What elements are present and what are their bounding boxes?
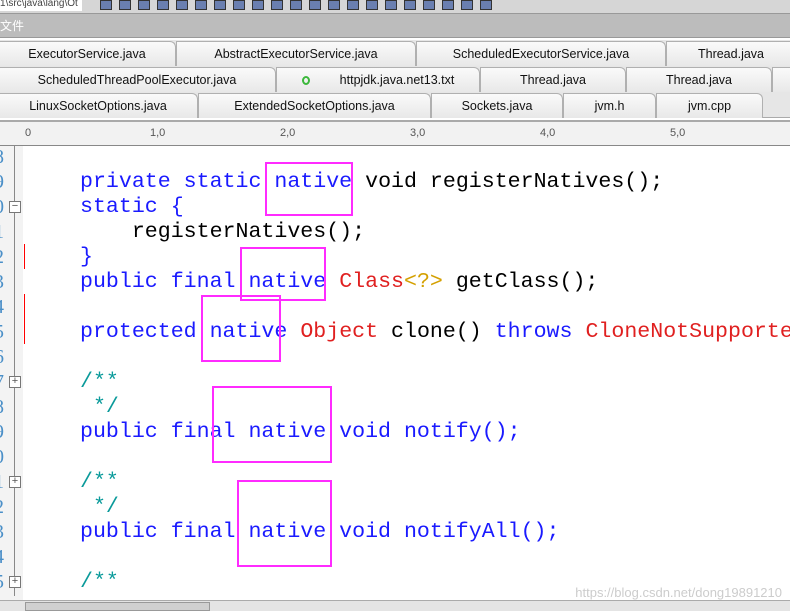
menubar: 文件: [0, 14, 790, 38]
comment-line: /**: [80, 370, 119, 394]
comment-line: /**: [80, 470, 119, 494]
toolbar-button-icon[interactable]: [423, 0, 435, 10]
tab-scheduledexecutorservice[interactable]: ScheduledExecutorService.java: [416, 41, 666, 66]
line-number: 3: [0, 270, 4, 295]
justify-icon[interactable]: [309, 0, 321, 10]
tab-linuxsocketoptions[interactable]: LinuxSocketOptions.java: [0, 93, 198, 118]
tab-sockets[interactable]: Sockets.java: [431, 93, 563, 118]
toolbar-button-icon[interactable]: [195, 0, 207, 10]
toolbar-button-icon[interactable]: [328, 0, 340, 10]
tab-jvm-cpp[interactable]: jvm.cpp: [656, 93, 763, 118]
ruler-label: 4,0: [540, 127, 556, 139]
bold-icon[interactable]: [119, 0, 131, 10]
comment-line: */: [80, 395, 119, 419]
line-number: 0: [0, 195, 4, 220]
ruler-label: 2,0: [280, 127, 296, 139]
code-line: private static native void registerNativ…: [80, 170, 664, 194]
ruler-label: 3,0: [410, 127, 426, 139]
fold-expand-icon[interactable]: +: [9, 376, 21, 388]
toolbar-icons: [100, 0, 492, 10]
code-line: protected native Object clone() throws C…: [80, 320, 790, 344]
toolbar-button-icon[interactable]: [347, 0, 359, 10]
change-marker: [24, 294, 25, 344]
tab-label: httpjdk.java.net13.txt: [339, 73, 455, 87]
line-number: 1: [0, 470, 4, 495]
tab-row-2: ScheduledThreadPoolExecutor.java httpjdk…: [0, 66, 790, 92]
ruler-label: 5,0: [670, 127, 686, 139]
line-number: 5: [0, 320, 4, 345]
toolbar-button-icon[interactable]: [404, 0, 416, 10]
menu-file[interactable]: 文件: [0, 19, 24, 33]
toolbar-button-icon[interactable]: [385, 0, 397, 10]
comment-line: /**: [80, 570, 119, 594]
comment-line: */: [80, 495, 119, 519]
italic-icon[interactable]: [138, 0, 150, 10]
tab-thread[interactable]: Thread.java: [480, 67, 626, 92]
ruler: 0 1,0 2,0 3,0 4,0 5,0: [0, 120, 790, 146]
align-center-icon[interactable]: [271, 0, 283, 10]
path-field[interactable]: 1\src\java\lang\Ot: [0, 0, 82, 11]
line-number: 4: [0, 295, 4, 320]
tab-httpjdk[interactable]: httpjdk.java.net13.txt: [276, 67, 480, 92]
tab-scheduledthreadpoolexecutor[interactable]: ScheduledThreadPoolExecutor.java: [0, 67, 276, 92]
native-highlight-box: [237, 480, 332, 567]
scrollbar-thumb[interactable]: [25, 602, 210, 611]
native-highlight-box: [240, 247, 326, 301]
toolbar-button-icon[interactable]: [442, 0, 454, 10]
fold-line: [14, 146, 15, 596]
code-line: public final native Class<?> getClass();: [80, 270, 599, 294]
tab-partial[interactable]: [772, 67, 790, 92]
fold-expand-icon[interactable]: +: [9, 576, 21, 588]
line-number: 5: [0, 570, 4, 595]
tab-thread[interactable]: Thread.java: [666, 41, 790, 66]
line-number: 6: [0, 345, 4, 370]
toolbar: 1\src\java\lang\Ot: [0, 0, 790, 14]
align-left-icon[interactable]: [252, 0, 264, 10]
line-number: 9: [0, 420, 4, 445]
tab-executorservice[interactable]: ExecutorService.java: [0, 41, 176, 66]
native-highlight-box: [201, 295, 281, 362]
code-line: registerNatives();: [80, 220, 366, 244]
saved-circle-icon: [301, 76, 310, 86]
align-right-icon[interactable]: [290, 0, 302, 10]
line-number: 2: [0, 495, 4, 520]
code-line: static {: [80, 195, 184, 219]
fold-expand-icon[interactable]: +: [9, 476, 21, 488]
line-number: 1: [0, 220, 4, 245]
line-number: 8: [0, 395, 4, 420]
line-number: 0: [0, 445, 4, 470]
toolbar-button-icon[interactable]: [176, 0, 188, 10]
ruler-label: 0: [25, 127, 32, 139]
ruler-label: 1,0: [150, 127, 166, 139]
toolbar-button-icon[interactable]: [100, 0, 112, 10]
toolbar-button-icon[interactable]: [233, 0, 245, 10]
tab-row-3: LinuxSocketOptions.java ExtendedSocketOp…: [0, 92, 790, 118]
line-number: 3: [0, 520, 4, 545]
line-number: 2: [0, 245, 4, 270]
toolbar-button-icon[interactable]: [214, 0, 226, 10]
fold-collapse-icon[interactable]: −: [9, 201, 21, 213]
toolbar-button-icon[interactable]: [461, 0, 473, 10]
underline-icon[interactable]: [157, 0, 169, 10]
tab-extendedsocketoptions[interactable]: ExtendedSocketOptions.java: [198, 93, 431, 118]
line-number: 4: [0, 545, 4, 570]
line-number: 7: [0, 370, 4, 395]
toolbar-button-icon[interactable]: [366, 0, 378, 10]
native-highlight-box: [265, 162, 353, 216]
tab-row-1: ExecutorService.java AbstractExecutorSer…: [0, 40, 790, 66]
watermark: https://blog.csdn.net/dong19891210: [575, 585, 782, 600]
tab-thread[interactable]: Thread.java: [626, 67, 772, 92]
native-highlight-box: [212, 386, 332, 463]
code-line: }: [80, 245, 93, 269]
tab-jvm-h[interactable]: jvm.h: [563, 93, 656, 118]
tab-abstractexecutorservice[interactable]: AbstractExecutorService.java: [176, 41, 416, 66]
horizontal-scrollbar[interactable]: [0, 600, 790, 611]
line-number: 8: [0, 145, 4, 170]
toolbar-button-icon[interactable]: [480, 0, 492, 10]
line-number: 9: [0, 170, 4, 195]
change-marker: [24, 244, 25, 269]
